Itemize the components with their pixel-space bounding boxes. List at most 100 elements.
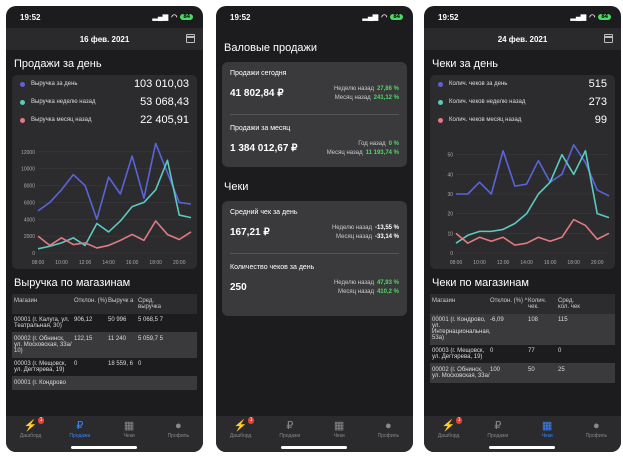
- table-row[interactable]: 00002 (г. Обнинск, ул. Московская, 33а/ …: [12, 333, 197, 358]
- legend-dot: [20, 117, 25, 123]
- col-header[interactable]: Сред. кол. чек: [558, 298, 586, 310]
- legend-value: 53 068,43: [140, 96, 189, 108]
- x-tick-label: 10:00: [55, 260, 68, 266]
- col-header[interactable]: Колич. чек.: [528, 298, 558, 310]
- x-tick-label: 12:00: [497, 260, 510, 266]
- notification-badge: 1: [37, 417, 45, 424]
- x-tick-label: 18:00: [149, 260, 162, 266]
- legend-dot: [438, 117, 443, 123]
- col-header[interactable]: Выручк а: [108, 298, 138, 310]
- cell: 00001 (г. Калуга, ул. Театральная, 30): [14, 317, 70, 329]
- legend-value: 515: [588, 78, 607, 90]
- table-row[interactable]: 00003 (г. Мещовск, ул. Дегтярева, 19) 0 77…: [430, 345, 615, 364]
- person-icon: ●: [175, 420, 182, 432]
- stores-table: Магазин Отклон. (%) ^ Колич. чек. Сред. …: [430, 294, 615, 383]
- table-row[interactable]: 00001 (г. Калуга, ул. Театральная, 30) 90…: [12, 314, 197, 333]
- person-icon: ●: [385, 420, 392, 432]
- checks-card: Средний чек за день 167,21 ₽ Неделю наза…: [222, 201, 407, 316]
- cell: 50: [528, 367, 535, 373]
- table-header: Магазин Отклон. (%) Выручк а Сред. выруч…: [12, 294, 197, 314]
- date-label: 16 фев. 2021: [79, 34, 130, 44]
- tab-label: Дашборд: [437, 433, 460, 439]
- tab-profile[interactable]: ● Профиль: [158, 419, 198, 452]
- pulse-icon: ⚡ 1: [233, 417, 255, 432]
- status-time: 19:52: [20, 12, 41, 22]
- tab-profile[interactable]: ● Профиль: [576, 419, 616, 452]
- y-tick-label: 50: [447, 153, 453, 159]
- table-row[interactable]: 00002 (г. Обнинск, ул. Московская, 33а/1…: [430, 364, 615, 383]
- metric-label: Неделю назад: [333, 280, 374, 286]
- metric-value: 241,12 %: [373, 95, 399, 101]
- wifi-icon: ◠: [589, 14, 596, 21]
- legend-item: Выручка неделю назад 53 068,43: [12, 93, 197, 111]
- x-tick-label: 14:00: [102, 260, 115, 266]
- cell: 115: [558, 317, 568, 323]
- sales-chart-card: Выручка за день 103 010,03 Выручка неделю…: [12, 75, 197, 269]
- metric-label: Неделю назад: [331, 225, 372, 231]
- status-icons: ▂▄▆ ◠ 84: [570, 13, 611, 21]
- battery-icon: 84: [390, 14, 403, 20]
- date-selector[interactable]: 24 фев. 2021: [424, 28, 621, 50]
- metric-value: 0 %: [388, 141, 399, 147]
- month-sales-value: 1 384 012,67 ₽: [230, 143, 298, 154]
- x-tick-label: 10:00: [473, 260, 486, 266]
- calendar-icon[interactable]: [186, 34, 195, 43]
- y-tick-label: 4000: [24, 217, 35, 223]
- cell: 108: [528, 317, 539, 323]
- tab-label: Дашборд: [19, 433, 42, 439]
- metric-label: Месяц назад: [338, 289, 374, 295]
- tab-label: Чеки: [123, 433, 135, 439]
- metric-label: Год назад: [358, 141, 386, 147]
- x-tick-label: 08:00: [32, 260, 45, 266]
- cell: 0: [558, 348, 562, 354]
- col-header[interactable]: Магазин: [14, 298, 74, 310]
- cell: 122,15: [74, 336, 93, 342]
- tab-label: Профиль: [377, 433, 400, 439]
- legend-item: Выручка месяц назад 22 405,91: [12, 111, 197, 129]
- col-header[interactable]: Сред. выручка: [138, 298, 166, 310]
- cell: 00003 (г. Мещовск, ул. Дегтярева, 19): [14, 361, 67, 373]
- legend-label: Колич. чеков месяц назад: [449, 117, 522, 123]
- cell: 77: [528, 348, 535, 354]
- y-tick-label: 10000: [21, 167, 35, 173]
- legend-label: Выручка неделю назад: [31, 99, 96, 105]
- table-row[interactable]: 00003 (г. Мещовск, ул. Дегтярева, 19) 0 18…: [12, 358, 197, 377]
- cell: 5 059,7 5: [138, 336, 164, 342]
- col-header[interactable]: Магазин: [432, 298, 490, 310]
- metric-label: Месяц назад: [326, 150, 363, 156]
- x-tick-label: 20:00: [173, 260, 186, 266]
- tab-profile[interactable]: ● Профиль: [368, 419, 408, 452]
- cell: 100: [490, 367, 501, 373]
- qr-icon: ▦: [541, 420, 553, 432]
- y-tick-label: 2000: [24, 234, 35, 240]
- cell: 00001 (г. Кондрово, ул. Интернациональна…: [432, 317, 491, 341]
- calendar-icon[interactable]: [604, 34, 613, 43]
- col-header[interactable]: Отклон. (%): [74, 298, 108, 310]
- tab-dashboard[interactable]: ⚡ 1 Дашборд: [221, 417, 261, 452]
- y-tick-label: 0: [450, 251, 453, 257]
- y-tick-label: 30: [447, 192, 453, 198]
- y-tick-label: 6000: [24, 200, 35, 206]
- legend-label: Выручка месяц назад: [31, 117, 92, 123]
- table-row[interactable]: 00001 (г. Кондрово, ул. Интернациональна…: [430, 314, 615, 345]
- x-tick-label: 08:00: [450, 260, 463, 266]
- y-tick-label: 40: [447, 172, 453, 178]
- legend-item: Колич. чеков месяц назад 99: [430, 111, 615, 129]
- ruble-icon: ₽: [494, 420, 502, 432]
- col-header[interactable]: Отклон. (%) ^: [490, 298, 528, 310]
- tab-dashboard[interactable]: ⚡ 1 Дашборд: [11, 417, 51, 452]
- wifi-icon: ◠: [381, 14, 388, 21]
- cell: 11 240: [108, 336, 126, 342]
- notification-badge: 1: [455, 417, 463, 424]
- cell: 00001 (г. Кондрово: [14, 380, 66, 386]
- table-row[interactable]: 00001 (г. Кондрово: [12, 377, 197, 390]
- tab-dashboard[interactable]: ⚡ 1 Дашборд: [429, 417, 469, 452]
- today-sales-title: Продажи сегодня: [230, 70, 287, 77]
- divider: [230, 114, 399, 115]
- month-sales-title: Продажи за месяц: [230, 125, 291, 132]
- cell: 50 996: [108, 317, 127, 323]
- date-label: 24 фев. 2021: [497, 34, 548, 44]
- date-selector[interactable]: 16 фев. 2021: [6, 28, 203, 50]
- cell: 0: [74, 361, 78, 367]
- tab-label: Профиль: [585, 433, 608, 439]
